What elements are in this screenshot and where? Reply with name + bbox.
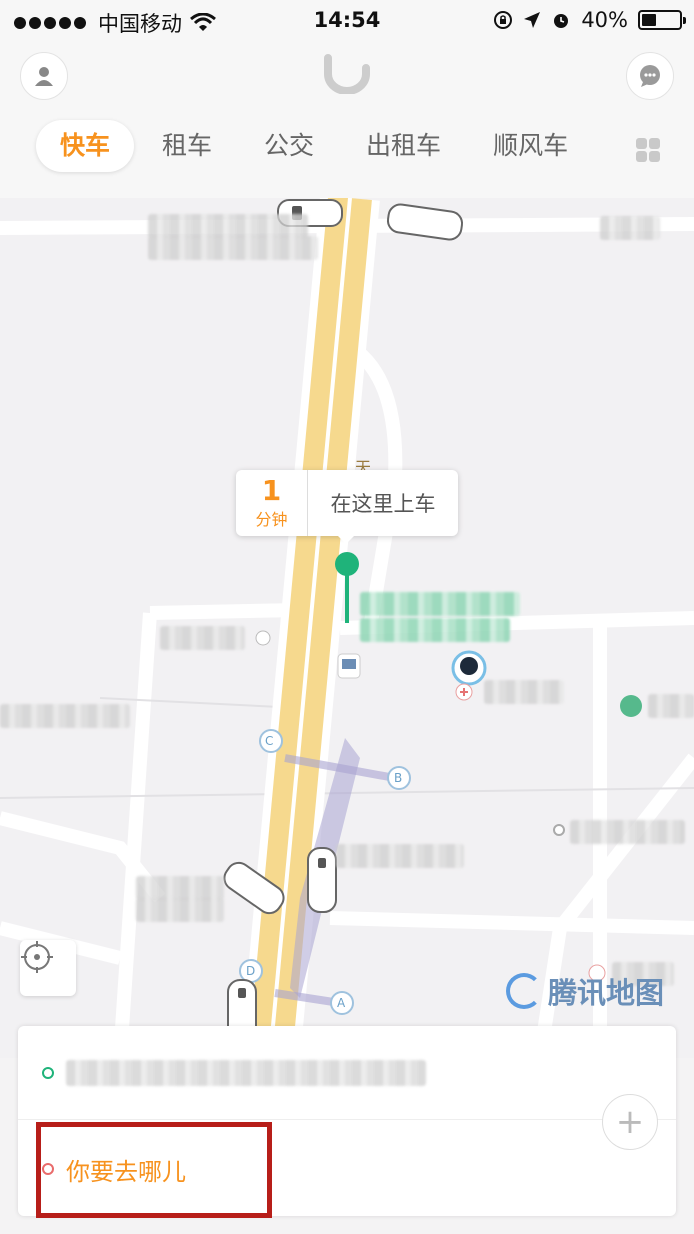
locate-button[interactable] (20, 940, 76, 996)
didi-logo-icon (324, 54, 370, 94)
pickup-label: 在这里上车 (330, 492, 436, 516)
message-button[interactable] (626, 52, 674, 100)
map-view[interactable]: 天 C B D A 1 分钟 在这里上车 腾讯地图 (0, 198, 694, 1058)
pickup-tooltip[interactable]: 1 分钟 在这里上车 (236, 470, 458, 544)
add-stop-button[interactable]: + (602, 1094, 658, 1150)
grid-icon[interactable] (636, 138, 660, 162)
map-watermark: 腾讯地图 (506, 970, 664, 1012)
destination-highlight-box (36, 1122, 272, 1218)
battery-icon (638, 10, 686, 30)
service-tabs: 快车 租车 公交 出租车 顺风车 (36, 118, 694, 174)
stop-label-b: B (394, 771, 403, 785)
user-icon (35, 67, 53, 86)
map-label (600, 216, 660, 240)
tab-express[interactable]: 快车 (36, 120, 135, 172)
start-location-text (66, 1059, 426, 1086)
tencent-map-logo-icon (506, 973, 542, 1009)
map-label (360, 618, 510, 642)
map-label (148, 214, 308, 238)
stop-label-c: C (265, 734, 274, 748)
map-label (648, 694, 694, 718)
rotation-lock-icon (494, 11, 513, 29)
start-location-row[interactable] (18, 1026, 676, 1120)
status-bar-right: 40% (493, 8, 686, 32)
profile-button[interactable] (20, 52, 68, 100)
eta: 1 分钟 (236, 470, 308, 536)
map-label (0, 704, 130, 728)
stop-label-a: A (337, 996, 346, 1010)
status-bar: 中国移动 14:54 40% (0, 0, 694, 40)
tab-taxi[interactable]: 出租车 (342, 120, 465, 172)
map-roads (0, 198, 694, 1058)
chat-icon (640, 65, 660, 87)
map-label (570, 820, 685, 844)
tab-carpool[interactable]: 顺风车 (469, 120, 592, 172)
tab-car-rental[interactable]: 租车 (138, 120, 236, 172)
map-label (336, 844, 464, 868)
watermark-text: 腾讯地图 (548, 976, 665, 1010)
top-bar: 快车 租车 公交 出租车 顺风车 (0, 40, 694, 198)
location-arrow-icon (524, 12, 541, 28)
map-label (160, 626, 245, 650)
stop-label-d: D (246, 964, 256, 978)
map-label (148, 236, 318, 260)
start-dot-icon (42, 1066, 54, 1079)
alarm-icon (554, 14, 569, 28)
map-label (360, 592, 520, 616)
map-label (136, 898, 224, 922)
battery-percent: 40% (581, 8, 628, 32)
map-label (136, 876, 224, 900)
crosshair-icon (21, 941, 53, 973)
map-label (484, 680, 564, 704)
eta-unit: 分钟 (255, 510, 288, 529)
eta-value: 1 (261, 474, 282, 507)
tab-bus[interactable]: 公交 (240, 120, 338, 172)
